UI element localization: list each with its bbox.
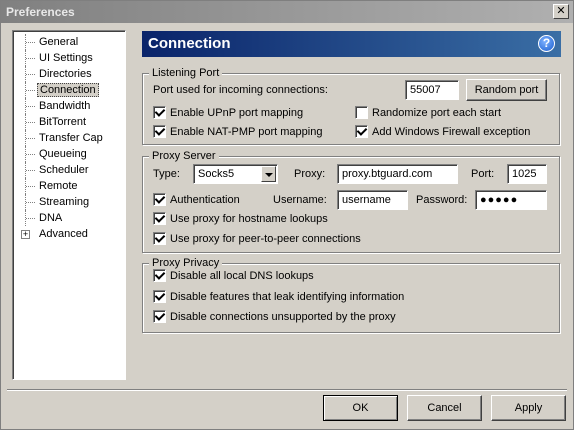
divider xyxy=(7,389,567,391)
disable-unsupported-checkbox[interactable] xyxy=(153,310,166,323)
sidebar-item-bandwidth[interactable]: Bandwidth xyxy=(13,98,125,114)
proxy-type-select[interactable]: Socks5 xyxy=(193,164,278,184)
sidebar-item-label: Queueing xyxy=(39,148,87,160)
disable-dns-checkbox[interactable] xyxy=(153,269,166,282)
title-bar[interactable]: Preferences ✕ xyxy=(1,1,573,23)
disable-leak-label: Disable features that leak identifying i… xyxy=(170,291,405,303)
username-input[interactable]: username xyxy=(337,190,408,210)
sidebar-item-directories[interactable]: Directories xyxy=(13,66,125,82)
listening-port-input[interactable]: 55007 xyxy=(405,80,459,100)
close-button[interactable]: ✕ xyxy=(553,4,569,19)
sidebar-item-label: Streaming xyxy=(39,196,90,208)
sidebar-item-remote[interactable]: Remote xyxy=(13,178,125,194)
sidebar-item-advanced[interactable]: + Advanced xyxy=(13,226,125,242)
password-input[interactable]: ●●●●● xyxy=(475,190,547,210)
sidebar-item-label: Transfer Cap xyxy=(39,132,103,144)
sidebar-item-queueing[interactable]: Queueing xyxy=(13,146,125,162)
firewall-label: Add Windows Firewall exception xyxy=(372,126,531,138)
sidebar-item-label: Directories xyxy=(39,68,92,80)
close-icon: ✕ xyxy=(556,5,566,17)
chevron-down-icon[interactable] xyxy=(261,166,276,182)
natpmp-checkbox[interactable] xyxy=(153,125,166,138)
firewall-checkbox[interactable] xyxy=(355,125,368,138)
proxy-port-label: Port: xyxy=(471,168,495,180)
hostname-lookups-checkbox[interactable] xyxy=(153,212,166,225)
preferences-window: Preferences ✕ General UI Settings Direct… xyxy=(0,0,574,430)
sidebar-item-scheduler[interactable]: Scheduler xyxy=(13,162,125,178)
authentication-checkbox[interactable] xyxy=(153,193,166,206)
hostname-lookups-label: Use proxy for hostname lookups xyxy=(170,213,328,225)
sidebar-item-label: UI Settings xyxy=(39,52,93,64)
group-title: Proxy Privacy xyxy=(149,256,223,270)
group-title: Listening Port xyxy=(149,66,223,80)
category-tree[interactable]: General UI Settings Directories Connecti… xyxy=(12,30,126,380)
sidebar-item-label: General xyxy=(39,36,79,48)
disable-unsupported-label: Disable connections unsupported by the p… xyxy=(170,311,396,323)
sidebar-item-dna[interactable]: DNA xyxy=(13,210,125,226)
proxy-host-label: Proxy: xyxy=(294,168,326,180)
section-header: Connection ? xyxy=(142,31,561,57)
sidebar-item-streaming[interactable]: Streaming xyxy=(13,194,125,210)
sidebar-item-general[interactable]: General xyxy=(13,34,125,50)
sidebar-item-bittorrent[interactable]: BitTorrent xyxy=(13,114,125,130)
sidebar-item-transfer-cap[interactable]: Transfer Cap xyxy=(13,130,125,146)
sidebar-item-label: BitTorrent xyxy=(39,116,87,128)
ok-button[interactable]: OK xyxy=(323,395,398,421)
randomize-port-checkbox[interactable] xyxy=(355,106,368,119)
upnp-label: Enable UPnP port mapping xyxy=(170,107,304,119)
cancel-button[interactable]: Cancel xyxy=(407,395,482,421)
username-label: Username: xyxy=(273,194,327,206)
help-icon[interactable]: ? xyxy=(538,35,555,52)
group-title: Proxy Server xyxy=(149,149,219,163)
apply-button[interactable]: Apply xyxy=(491,395,566,421)
proxy-type-label: Type: xyxy=(153,168,180,180)
authentication-label: Authentication xyxy=(170,194,240,206)
sidebar-item-label: Remote xyxy=(39,180,78,192)
randomize-port-label: Randomize port each start xyxy=(372,107,502,119)
sidebar-item-label: Connection xyxy=(37,83,99,97)
disable-leak-checkbox[interactable] xyxy=(153,290,166,303)
sidebar-item-label: Advanced xyxy=(39,228,88,240)
sidebar-item-connection[interactable]: Connection xyxy=(13,82,125,98)
password-label: Password: xyxy=(416,194,468,206)
proxy-type-value: Socks5 xyxy=(198,168,235,180)
p2p-proxy-checkbox[interactable] xyxy=(153,232,166,245)
sidebar-item-label: Bandwidth xyxy=(39,100,91,112)
expand-plus-icon[interactable]: + xyxy=(21,230,30,239)
upnp-checkbox[interactable] xyxy=(153,106,166,119)
sidebar-item-label: DNA xyxy=(39,212,63,224)
sidebar-item-label: Scheduler xyxy=(39,164,89,176)
natpmp-label: Enable NAT-PMP port mapping xyxy=(170,126,323,138)
proxy-host-input[interactable]: proxy.btguard.com xyxy=(337,164,458,184)
p2p-proxy-label: Use proxy for peer-to-peer connections xyxy=(170,233,361,245)
disable-dns-label: Disable all local DNS lookups xyxy=(170,270,314,282)
port-label: Port used for incoming connections: xyxy=(153,84,328,96)
random-port-button[interactable]: Random port xyxy=(466,79,547,101)
page-title: Connection xyxy=(148,35,231,52)
sidebar-item-ui-settings[interactable]: UI Settings xyxy=(13,50,125,66)
proxy-port-input[interactable]: 1025 xyxy=(507,164,547,184)
window-title: Preferences xyxy=(6,5,75,19)
